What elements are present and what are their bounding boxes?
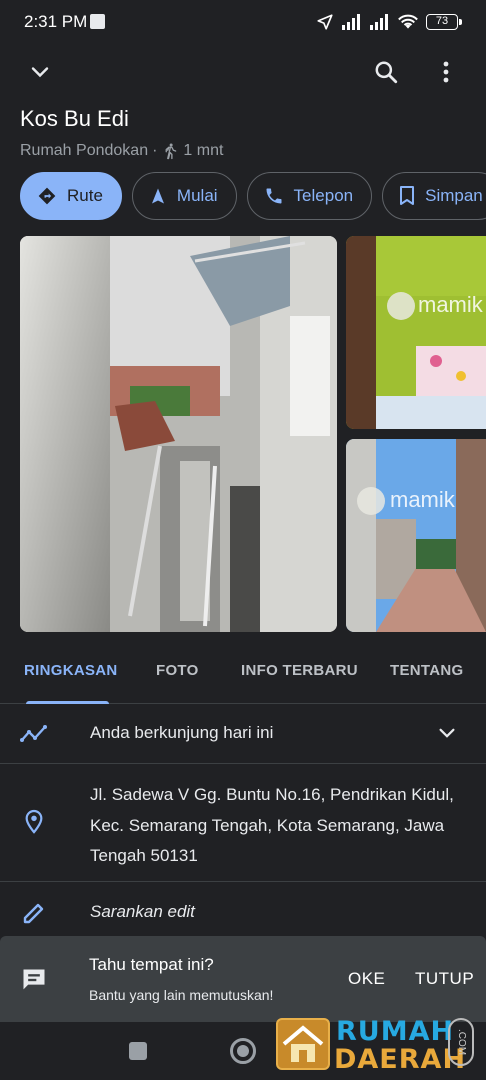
address-line-3: Tengah 50131: [90, 846, 198, 865]
site-watermark: RUMAH DAERAH .COM: [276, 1014, 476, 1075]
status-bar: 2:31 PM 73: [0, 0, 486, 46]
photo-main[interactable]: [20, 236, 337, 632]
action-chips: Rute Mulai Telepon Simpan: [20, 172, 486, 222]
photo-street[interactable]: mamik: [346, 439, 486, 632]
screen-record-icon: [90, 14, 105, 29]
status-icons: 73: [316, 13, 462, 31]
address-line-2: Kec. Semarang Tengah, Kota Semarang, Jaw…: [90, 815, 445, 835]
ok-button[interactable]: OKE: [348, 969, 385, 989]
visit-row[interactable]: Anda berkunjung hari ini: [0, 704, 486, 764]
directions-label: Rute: [67, 186, 103, 205]
know-place-snackbar: Tahu tempat ini? Bantu yang lain memutus…: [0, 936, 486, 1022]
wifi-icon: [398, 14, 418, 29]
edit-pencil-icon: [20, 899, 48, 927]
photo-gallery: mamik mamik: [20, 236, 486, 632]
call-label: Telepon: [293, 186, 354, 205]
snackbar-title: Tahu tempat ini?: [89, 955, 214, 974]
chevron-down-icon[interactable]: [20, 52, 60, 92]
photo-room[interactable]: mamik: [346, 236, 486, 429]
feedback-icon: [20, 966, 48, 999]
place-category: Rumah Pondokan: [20, 142, 149, 159]
start-button[interactable]: Mulai: [131, 172, 237, 220]
visit-label: Anda berkunjung hari ini: [90, 723, 274, 742]
call-button[interactable]: Telepon: [246, 172, 373, 220]
bookmark-icon: [400, 186, 415, 205]
home-button[interactable]: [230, 1038, 256, 1064]
save-button[interactable]: Simpan: [382, 172, 486, 220]
suggest-edit-row[interactable]: Sarankan edit: [0, 882, 486, 942]
watermark-mamikos-2: mamik: [390, 487, 456, 512]
separator-dot: ·: [152, 142, 158, 159]
snackbar-description: Bantu yang lain memutuskan!: [89, 987, 274, 1003]
watermark-suffix: .COM: [448, 1018, 474, 1066]
location-arrow-icon: [317, 14, 333, 30]
navigation-icon: [151, 188, 164, 204]
chevron-down-icon[interactable]: [436, 722, 458, 749]
trending-icon: [20, 720, 48, 748]
watermark-line-2: DAERAH: [334, 1044, 467, 1075]
signal-icon: [342, 14, 360, 30]
save-label: Simpan: [425, 186, 483, 205]
more-vert-icon[interactable]: [426, 52, 466, 92]
battery-icon: 73: [426, 14, 462, 30]
close-button[interactable]: TUTUP: [415, 969, 474, 989]
walk-time: 1 mnt: [183, 142, 224, 159]
tab-overview[interactable]: RINGKASAN: [24, 662, 118, 679]
address-text: Jl. Sadewa V Gg. Buntu No.16, Pendrikan …: [90, 780, 470, 872]
top-toolbar: [0, 48, 486, 94]
status-time: 2:31 PM: [24, 12, 88, 31]
watermark-mamikos: mamik: [418, 292, 484, 317]
signal-icon: [370, 14, 388, 30]
address-row[interactable]: Jl. Sadewa V Gg. Buntu No.16, Pendrikan …: [0, 764, 486, 882]
watermark-line-1: RUMAH: [336, 1016, 455, 1047]
phone-icon: [266, 188, 282, 204]
location-pin-icon: [20, 808, 48, 836]
tab-photos[interactable]: FOTO: [156, 662, 199, 679]
directions-icon: [38, 187, 56, 205]
house-logo-icon: [276, 1018, 330, 1070]
tab-about[interactable]: TENTANG: [390, 662, 463, 679]
address-line-1: Jl. Sadewa V Gg. Buntu No.16, Pendrikan …: [90, 785, 454, 804]
suggest-edit-label: Sarankan edit: [90, 902, 195, 921]
walking-icon: [165, 143, 177, 160]
start-label: Mulai: [176, 186, 218, 205]
recents-button[interactable]: [129, 1042, 147, 1060]
tab-bar: RINGKASAN FOTO INFO TERBARU TENTANG: [0, 648, 486, 704]
tab-updates[interactable]: INFO TERBARU: [241, 662, 358, 679]
place-title: Kos Bu Edi: [20, 106, 129, 131]
directions-button[interactable]: Rute: [20, 172, 122, 220]
place-subtitle: Rumah Pondokan · 1 mnt: [20, 142, 223, 160]
search-icon[interactable]: [366, 52, 406, 92]
